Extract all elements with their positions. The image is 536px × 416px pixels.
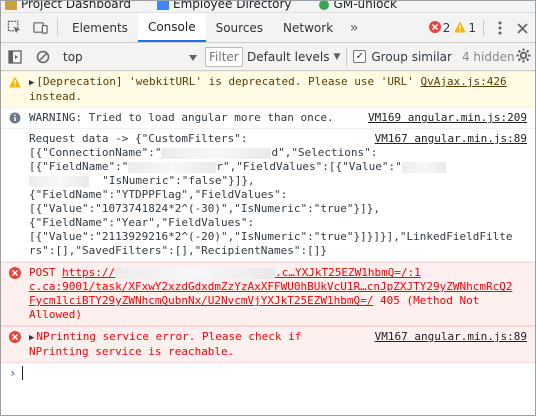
prompt-chevron-icon: › xyxy=(9,366,17,380)
redacted-text xyxy=(401,161,446,173)
console-toolbar: top Default levels ▼ ✓ Group similar 4 h… xyxy=(1,43,535,71)
redacted-text xyxy=(128,161,217,173)
log-line: [{"ConnectionName":" xyxy=(29,146,162,159)
tab-sources[interactable]: Sources xyxy=(206,13,273,42)
request-url-link[interactable]: Fycm1lciBTY29yZWNhcmQubnNx/U2NvcmVjYXJkT… xyxy=(29,294,373,307)
source-link[interactable]: VM167 angular.min.js:89 xyxy=(375,330,527,344)
tab-console[interactable]: Console xyxy=(137,13,206,42)
group-similar-label: Group similar xyxy=(371,49,452,64)
directory-icon xyxy=(156,1,169,10)
chevron-down-icon: ▼ xyxy=(333,51,341,62)
console-messages: ▶ [Deprecation] 'webkitURL' is deprecated… xyxy=(1,71,535,383)
deprecation-text: [Deprecation] 'webkitURL' is deprecated.… xyxy=(36,75,414,88)
bookmarks-bar: Project Dashboard Employee Directory GM-… xyxy=(1,1,535,13)
error-count-badge[interactable]: 2 xyxy=(428,20,451,36)
log-line: d","Selections": xyxy=(271,146,378,159)
show-sidebar-icon[interactable] xyxy=(1,49,29,64)
tab-network[interactable]: Network xyxy=(273,13,343,42)
request-url-link[interactable]: c.ca:9001/task/XFxwY2xzdGdxdmZzYzAxXFFWU… xyxy=(29,280,512,293)
warning-triangle-icon xyxy=(9,76,21,88)
info-icon xyxy=(9,112,21,124)
redacted-text xyxy=(161,147,272,159)
tab-divider xyxy=(57,19,58,36)
log-line: [{"FieldName":" xyxy=(29,160,129,173)
redacted-text xyxy=(29,175,89,187)
nprinting-error: VM167 angular.min.js:89 ▶ NPrinting servi… xyxy=(1,326,535,363)
group-similar-checkbox[interactable]: ✓ Group similar xyxy=(353,50,452,64)
expand-triangle-icon[interactable]: ▶ xyxy=(29,78,34,88)
text-cursor xyxy=(22,366,24,380)
project-icon xyxy=(5,1,17,10)
redacted-text xyxy=(115,267,276,279)
error-circle-icon xyxy=(9,331,21,343)
deprecation-text-cont: instead. xyxy=(29,90,82,103)
warning-triangle-icon xyxy=(454,21,467,36)
bookmark-gm-unlock[interactable]: GM-unlock xyxy=(318,1,397,10)
chevron-down-icon xyxy=(189,50,197,64)
log-line: {"FieldName":"YTDPPFlag","FieldValues": xyxy=(29,188,288,201)
context-label: top xyxy=(63,49,83,64)
filter-input[interactable] xyxy=(205,46,243,67)
warning-count: 1 xyxy=(468,21,476,35)
bookmark-employee-directory[interactable]: Employee Directory xyxy=(156,1,292,11)
inspect-element-icon[interactable] xyxy=(1,13,27,42)
unlock-icon xyxy=(318,1,330,10)
warning-count-badge[interactable]: 1 xyxy=(454,21,476,36)
angular-warning: VM169 angular.min.js:209 WARNING: Tried … xyxy=(1,108,535,129)
source-link[interactable]: VM169 angular.min.js:209 xyxy=(368,111,527,125)
status-text: Allowed) xyxy=(29,308,82,321)
toolbar-divider xyxy=(346,47,348,66)
request-url-link[interactable]: https:// xyxy=(62,266,115,279)
clear-console-icon[interactable] xyxy=(29,50,57,64)
log-line: "IsNumeric":"false"}]}, xyxy=(89,174,255,187)
log-line: {"FieldName":"Year","FieldValues": xyxy=(29,216,255,229)
bookmark-label: GM-unlock xyxy=(333,1,397,11)
customize-menu-icon[interactable] xyxy=(491,21,509,35)
log-line: r","FieldValues":[{"Value":" xyxy=(216,160,402,173)
log-line: [{"Value":"2113929216*2^(-20)","IsNumeri… xyxy=(29,230,513,243)
source-link[interactable]: QvAjax.js:426 xyxy=(421,75,507,88)
more-tabs-button[interactable]: » xyxy=(343,13,365,42)
error-text: NPrinting service is reachable. xyxy=(29,345,235,358)
request-data-log: VM167 angular.min.js:89 Request data -> … xyxy=(1,129,535,262)
http-method: POST xyxy=(29,266,56,279)
devtools-tabbar: Elements Console Sources Network » 2 1 xyxy=(1,13,535,43)
checkmark-icon[interactable]: ✓ xyxy=(353,50,367,63)
post-error: POST https:// .c…YXJkT25EZW1hbmQ=/:1 c.ca… xyxy=(1,262,535,326)
bookmark-label: Employee Directory xyxy=(172,1,292,11)
log-line: [{"Value":"1073741824*2^(-30)","IsNumeri… xyxy=(29,202,380,215)
log-levels-dropdown[interactable]: Default levels ▼ xyxy=(247,50,340,64)
bookmark-project-dashboard[interactable]: Project Dashboard xyxy=(5,1,131,10)
close-devtools-icon[interactable] xyxy=(513,22,531,34)
expand-triangle-icon[interactable]: ▶ xyxy=(29,333,34,343)
device-toolbar-icon[interactable] xyxy=(27,13,53,42)
hidden-count: 4 hidden xyxy=(461,49,515,64)
log-levels-label: Default levels xyxy=(247,49,330,64)
gear-icon[interactable] xyxy=(516,48,531,66)
tab-elements[interactable]: Elements xyxy=(62,13,138,42)
context-selector[interactable]: top xyxy=(57,50,203,64)
toolbar-divider xyxy=(483,20,484,36)
status-text: 405 (Method Not xyxy=(380,294,480,307)
deprecation-warning: ▶ [Deprecation] 'webkitURL' is deprecated… xyxy=(1,71,535,108)
console-prompt[interactable]: › xyxy=(1,363,535,383)
error-circle-icon xyxy=(428,20,441,36)
source-link[interactable]: VM167 angular.min.js:89 xyxy=(375,132,527,146)
request-url-link[interactable]: .c…YXJkT25EZW1hbmQ=/:1 xyxy=(275,266,421,279)
error-count: 2 xyxy=(442,21,451,35)
log-line: rs":[],"SavedFilters":[],"RecipientNames… xyxy=(29,244,328,257)
bookmark-label: Project Dashboard xyxy=(21,1,131,11)
error-circle-icon xyxy=(9,267,21,279)
error-text: NPrinting service error. Please check if xyxy=(36,330,302,343)
